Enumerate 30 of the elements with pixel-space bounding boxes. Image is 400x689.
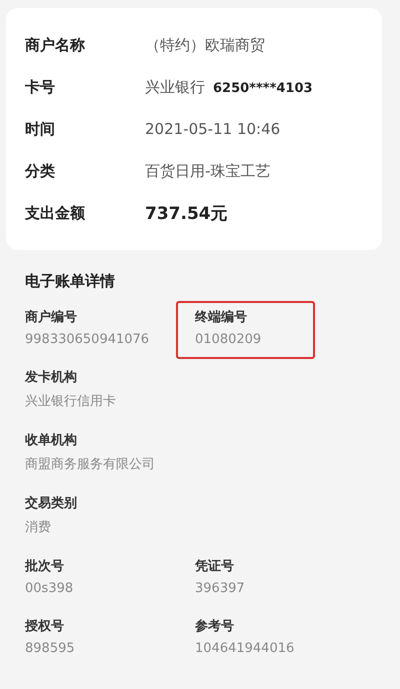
detail-label: 收单机构: [25, 432, 78, 449]
field-value: 兴业银行: [145, 78, 205, 96]
detail-label: 授权号: [25, 618, 65, 635]
detail-value: 00s398: [25, 581, 74, 596]
detail-value: 898595: [25, 641, 76, 656]
detail-label: 终端编号: [195, 308, 248, 326]
detail-value: 商盟商务服务有限公司: [25, 456, 156, 473]
field-value: 百货日用-珠宝工艺: [145, 162, 270, 180]
detail-label: 交易类别: [25, 494, 78, 512]
detail-value: 兴业银行信用卡: [25, 393, 117, 410]
field-value: （特约）欧瑞商贸: [145, 36, 265, 54]
detail-label: 凭证号: [195, 558, 235, 575]
field-value: 6250****4103: [213, 80, 313, 96]
detail-value: 104641944016: [195, 641, 296, 656]
detail-label: 参考号: [195, 618, 235, 635]
detail-value: 消费: [25, 519, 52, 536]
field-label: 卡号: [25, 78, 56, 96]
detail-value: 396397: [195, 581, 246, 596]
detail-value: 998330650941076: [25, 332, 150, 347]
detail-label: 商户编号: [25, 308, 78, 326]
field-label: 分类: [25, 162, 56, 180]
field-label: 商户名称: [25, 36, 86, 54]
detail-label: 批次号: [25, 558, 65, 575]
field-label: 支出金额: [25, 204, 86, 222]
section-title: 电子账单详情: [25, 272, 116, 291]
field-value: 2021-05-11 10:46: [145, 120, 280, 138]
field-label: 时间: [25, 120, 56, 138]
field-value: 737.54元: [145, 202, 228, 224]
detail-value: 01080209: [195, 332, 262, 347]
detail-label: 发卡机构: [25, 369, 78, 386]
